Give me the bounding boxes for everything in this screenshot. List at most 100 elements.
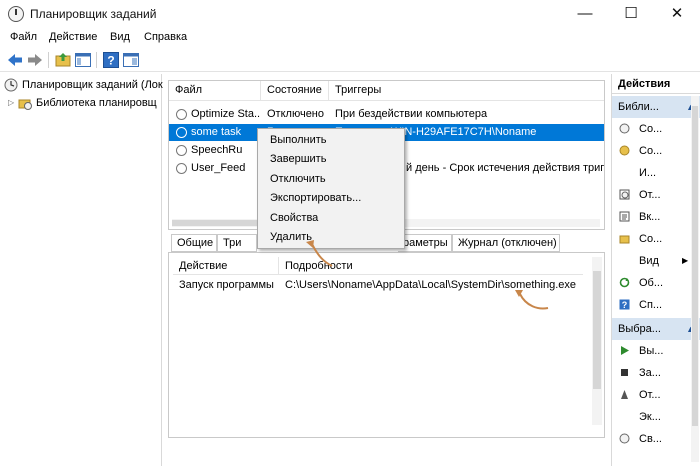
console-tree: Планировщик заданий (Лок ▷ Библиотека пл… xyxy=(0,74,163,466)
task-row[interactable]: Optimize Sta... Отключено При бездействи… xyxy=(169,106,604,123)
action-item[interactable]: От... xyxy=(612,384,700,406)
action-item-view[interactable]: Вид ▶ xyxy=(612,250,700,272)
tab-triggers[interactable]: Три xyxy=(217,234,257,252)
action-type: Запуск программы xyxy=(179,279,274,291)
task-trigger: При бездействии компьютера xyxy=(335,108,488,120)
action-path: C:\Users\Noname\AppData\Local\SystemDir\… xyxy=(285,279,577,291)
action-item[interactable]: Св... xyxy=(612,428,700,450)
action-item[interactable]: Эк... xyxy=(612,406,700,428)
vertical-scrollbar[interactable] xyxy=(592,257,602,425)
action-item[interactable]: Вк... xyxy=(612,206,700,228)
action-label: И... xyxy=(639,167,657,179)
run-icon xyxy=(621,346,629,355)
menu-item-properties[interactable]: Свойства xyxy=(270,209,318,228)
action-label: За... xyxy=(639,367,661,379)
enable-history-icon xyxy=(619,211,630,222)
action-label: Эк... xyxy=(639,411,661,423)
action-label: Об... xyxy=(639,277,664,289)
column-header-details[interactable]: Подробности xyxy=(279,257,583,275)
scrollbar-thumb[interactable] xyxy=(593,271,601,389)
action-item[interactable]: Со... xyxy=(612,140,700,162)
refresh-icon xyxy=(619,277,630,288)
folder-clock-icon xyxy=(18,99,32,110)
action-label: Вид xyxy=(639,255,659,267)
clock-app-icon xyxy=(8,6,24,22)
menu-view[interactable]: Вид xyxy=(110,31,130,43)
action-label: Вк... xyxy=(639,211,661,223)
action-item[interactable]: И... xyxy=(612,162,700,184)
action-item[interactable]: Со... xyxy=(612,228,700,250)
toolbar-separator xyxy=(48,52,49,68)
action-item[interactable]: Вы... xyxy=(612,340,700,362)
action-item[interactable]: За... xyxy=(612,362,700,384)
action-label: Сп... xyxy=(639,299,663,311)
task-icon xyxy=(176,145,187,156)
maximize-button[interactable]: ☐ xyxy=(608,0,654,28)
new-folder-icon xyxy=(619,235,630,244)
menu-item-export[interactable]: Экспортировать... xyxy=(270,189,361,208)
task-name: Optimize Sta... xyxy=(191,108,261,120)
title-bar: Планировщик заданий — ☐ ✕ xyxy=(0,0,700,28)
menu-item-delete[interactable]: Удалить xyxy=(270,228,312,247)
create-basic-task-icon xyxy=(619,123,630,134)
show-hide-console-tree-icon[interactable] xyxy=(74,51,92,69)
end-icon xyxy=(621,369,628,376)
back-arrow-icon[interactable] xyxy=(6,51,24,69)
task-icon xyxy=(176,163,187,174)
column-header-action[interactable]: Действие xyxy=(173,257,279,275)
actions-detail-panel: Действие Подробности Запуск программы C:… xyxy=(168,252,605,438)
menu-file[interactable]: Файл xyxy=(10,31,37,43)
forward-arrow-icon[interactable] xyxy=(26,51,44,69)
task-name: User_Feed xyxy=(191,162,246,174)
actions-section-selected[interactable]: Выбра... ▲ xyxy=(612,318,700,340)
close-button[interactable]: ✕ xyxy=(654,0,700,28)
tab-general[interactable]: Общие xyxy=(171,234,217,252)
help-icon[interactable]: ? xyxy=(102,51,120,69)
tab-history[interactable]: Журнал (отключен) xyxy=(452,234,560,252)
svg-text:?: ? xyxy=(622,300,628,310)
menu-item-run[interactable]: Выполнить xyxy=(270,131,326,150)
action-label: Со... xyxy=(639,145,663,157)
submenu-arrow-icon: ▶ xyxy=(682,256,689,265)
action-item[interactable]: Об... xyxy=(612,272,700,294)
actions-section-library[interactable]: Библи... ▲ xyxy=(612,96,700,118)
svg-text:?: ? xyxy=(107,54,114,68)
tree-item-label: Библиотека планировщ xyxy=(36,97,157,109)
help-icon: ? xyxy=(619,299,630,310)
action-item[interactable]: Со... xyxy=(612,118,700,140)
tab-settings[interactable]: раметры xyxy=(398,234,452,252)
vertical-scrollbar[interactable] xyxy=(691,96,699,462)
menu-action[interactable]: Действие xyxy=(49,31,97,43)
column-header-triggers[interactable]: Триггеры xyxy=(329,81,604,101)
task-state: Отключено xyxy=(267,108,324,120)
toolbar-separator xyxy=(96,52,97,68)
task-name: SpeechRu xyxy=(191,144,243,156)
disable-icon xyxy=(621,390,628,399)
scrollbar-thumb[interactable] xyxy=(692,106,698,426)
column-header-state[interactable]: Состояние xyxy=(261,81,329,101)
task-icon xyxy=(176,127,187,138)
menu-help[interactable]: Справка xyxy=(144,31,187,43)
action-item[interactable]: ? Сп... xyxy=(612,294,700,316)
display-running-tasks-icon xyxy=(619,189,630,200)
properties-window-icon[interactable] xyxy=(122,51,140,69)
action-label: Св... xyxy=(639,433,662,445)
toolbar: ? xyxy=(0,48,700,72)
actions-pane-title: Действия xyxy=(612,74,700,94)
properties-icon xyxy=(619,433,630,444)
up-folder-icon[interactable] xyxy=(54,51,72,69)
action-item[interactable]: От... xyxy=(612,184,700,206)
chevron-right-icon[interactable]: ▷ xyxy=(8,94,14,112)
menu-item-end[interactable]: Завершить xyxy=(270,150,326,169)
action-label: От... xyxy=(639,189,661,201)
column-header-name[interactable]: Файл xyxy=(169,81,261,101)
action-label: От... xyxy=(639,389,661,401)
create-task-icon xyxy=(619,145,630,156)
menu-bar: Файл Действие Вид Справка xyxy=(0,28,700,48)
action-label: Со... xyxy=(639,123,663,135)
window-title: Планировщик заданий xyxy=(30,7,157,21)
action-label: Со... xyxy=(639,233,663,245)
minimize-button[interactable]: — xyxy=(562,0,608,28)
action-label: Вы... xyxy=(639,345,664,357)
menu-item-disable[interactable]: Отключить xyxy=(270,170,326,189)
